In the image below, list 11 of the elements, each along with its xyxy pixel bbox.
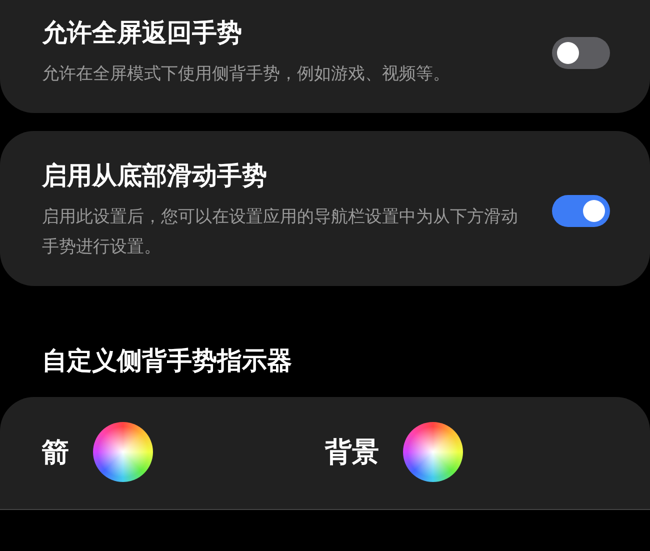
color-label: 箭 [42,436,69,470]
setting-title: 启用从底部滑动手势 [42,160,268,192]
setting-card[interactable]: 启用从底部滑动手势 启用此设置后，您可以在设置应用的导航栏设置中为从下方滑动手势进行设置。 [0,131,650,286]
setting-description: 启用此设置后，您可以在设置应用的导航栏设置中为从下方滑动手势进行设置。 [42,206,519,259]
setting-card[interactable]: 允许全屏返回手势 允许在全屏模式下使用侧背手势，例如游戏、视频等。 [0,0,650,113]
setting-description: 允许在全屏模式下使用侧背手势，例如游戏、视频等。 [42,63,451,86]
toggle-switch[interactable] [552,36,610,68]
setting-title: 允许全屏返回手势 [42,17,243,49]
section-heading: 自定义侧背手势指示器 [41,345,293,377]
toggle-switch[interactable] [552,194,610,226]
color-label: 背景 [325,436,379,470]
